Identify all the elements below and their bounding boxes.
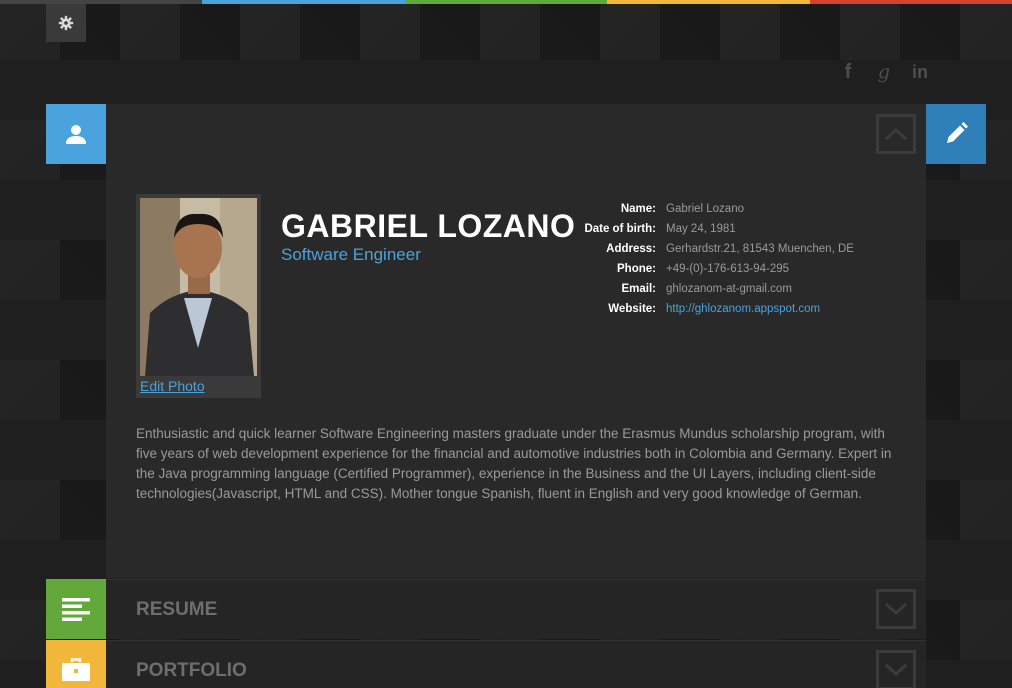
- detail-value: May 24, 1981: [666, 223, 736, 235]
- portrait-image: [140, 198, 257, 376]
- detail-value: +49-(0)-176-613-94-295: [666, 263, 790, 275]
- top-bar-segment: [202, 0, 405, 4]
- profile-photo: [140, 198, 257, 376]
- resume-section-icon[interactable]: [46, 579, 106, 639]
- website-link[interactable]: http://ghlozanom.appspot.com: [666, 303, 820, 315]
- briefcase-icon: [62, 658, 90, 681]
- detail-row-address: Address: Gerhardstr.21, 81543 Muenchen, …: [566, 239, 854, 259]
- linkedin-icon[interactable]: in: [910, 60, 930, 84]
- profile-photo-frame: Edit Photo: [136, 194, 261, 398]
- gear-icon: [58, 15, 74, 31]
- detail-label: Name:: [620, 203, 656, 215]
- detail-label: Address:: [606, 243, 656, 255]
- portfolio-section-header[interactable]: PORTFOLIO: [106, 640, 926, 688]
- top-color-bar: [0, 0, 1012, 4]
- detail-label: Website:: [608, 303, 656, 315]
- profile-name: GABRIEL LOZANO: [281, 208, 576, 244]
- detail-value: Gabriel Lozano: [666, 203, 744, 215]
- detail-row-dob: Date of birth: May 24, 1981: [566, 219, 854, 239]
- expand-resume-button[interactable]: [876, 589, 916, 629]
- top-bar-segment: [0, 0, 203, 4]
- user-icon: [66, 125, 86, 144]
- portfolio-title: PORTFOLIO: [136, 660, 247, 681]
- edit-profile-button[interactable]: [926, 104, 986, 164]
- chevron-down-icon: [884, 663, 908, 677]
- detail-label: Date of birth:: [584, 223, 656, 235]
- edit-photo-link[interactable]: Edit Photo: [140, 378, 205, 394]
- resume-section-header[interactable]: RESUME: [106, 579, 926, 639]
- expand-portfolio-button[interactable]: [876, 650, 916, 688]
- detail-value: Gerhardstr.21, 81543 Muenchen, DE: [666, 243, 854, 255]
- top-bar-segment: [607, 0, 810, 4]
- detail-label: Email:: [621, 283, 656, 295]
- resume-title: RESUME: [136, 599, 218, 620]
- detail-row-name: Name: Gabriel Lozano: [566, 199, 854, 219]
- facebook-icon[interactable]: f: [838, 60, 858, 84]
- list-icon: [62, 598, 90, 621]
- portfolio-section-icon[interactable]: [46, 640, 106, 688]
- profile-section-icon[interactable]: [46, 104, 106, 164]
- collapse-profile-button[interactable]: [876, 114, 916, 154]
- chevron-up-icon: [884, 127, 908, 141]
- detail-row-email: Email: ghlozanom-at-gmail.com: [566, 279, 854, 299]
- top-bar-segment: [809, 0, 1012, 4]
- detail-row-website: Website: http://ghlozanom.appspot.com: [566, 299, 854, 319]
- profile-bio: Enthusiastic and quick learner Software …: [136, 426, 892, 501]
- chevron-down-icon: [884, 602, 908, 616]
- pencil-icon: [947, 122, 968, 143]
- social-links: f g in: [838, 60, 930, 84]
- settings-button[interactable]: [46, 4, 86, 42]
- detail-row-phone: Phone: +49-(0)-176-613-94-295: [566, 259, 854, 279]
- top-bar-segment: [404, 0, 608, 4]
- google-plus-icon[interactable]: g: [874, 60, 894, 84]
- profile-details: Name: Gabriel Lozano Date of birth: May …: [566, 199, 854, 319]
- profile-title: Software Engineer: [281, 245, 421, 264]
- detail-value: ghlozanom-at-gmail.com: [666, 283, 792, 295]
- detail-label: Phone:: [617, 263, 656, 275]
